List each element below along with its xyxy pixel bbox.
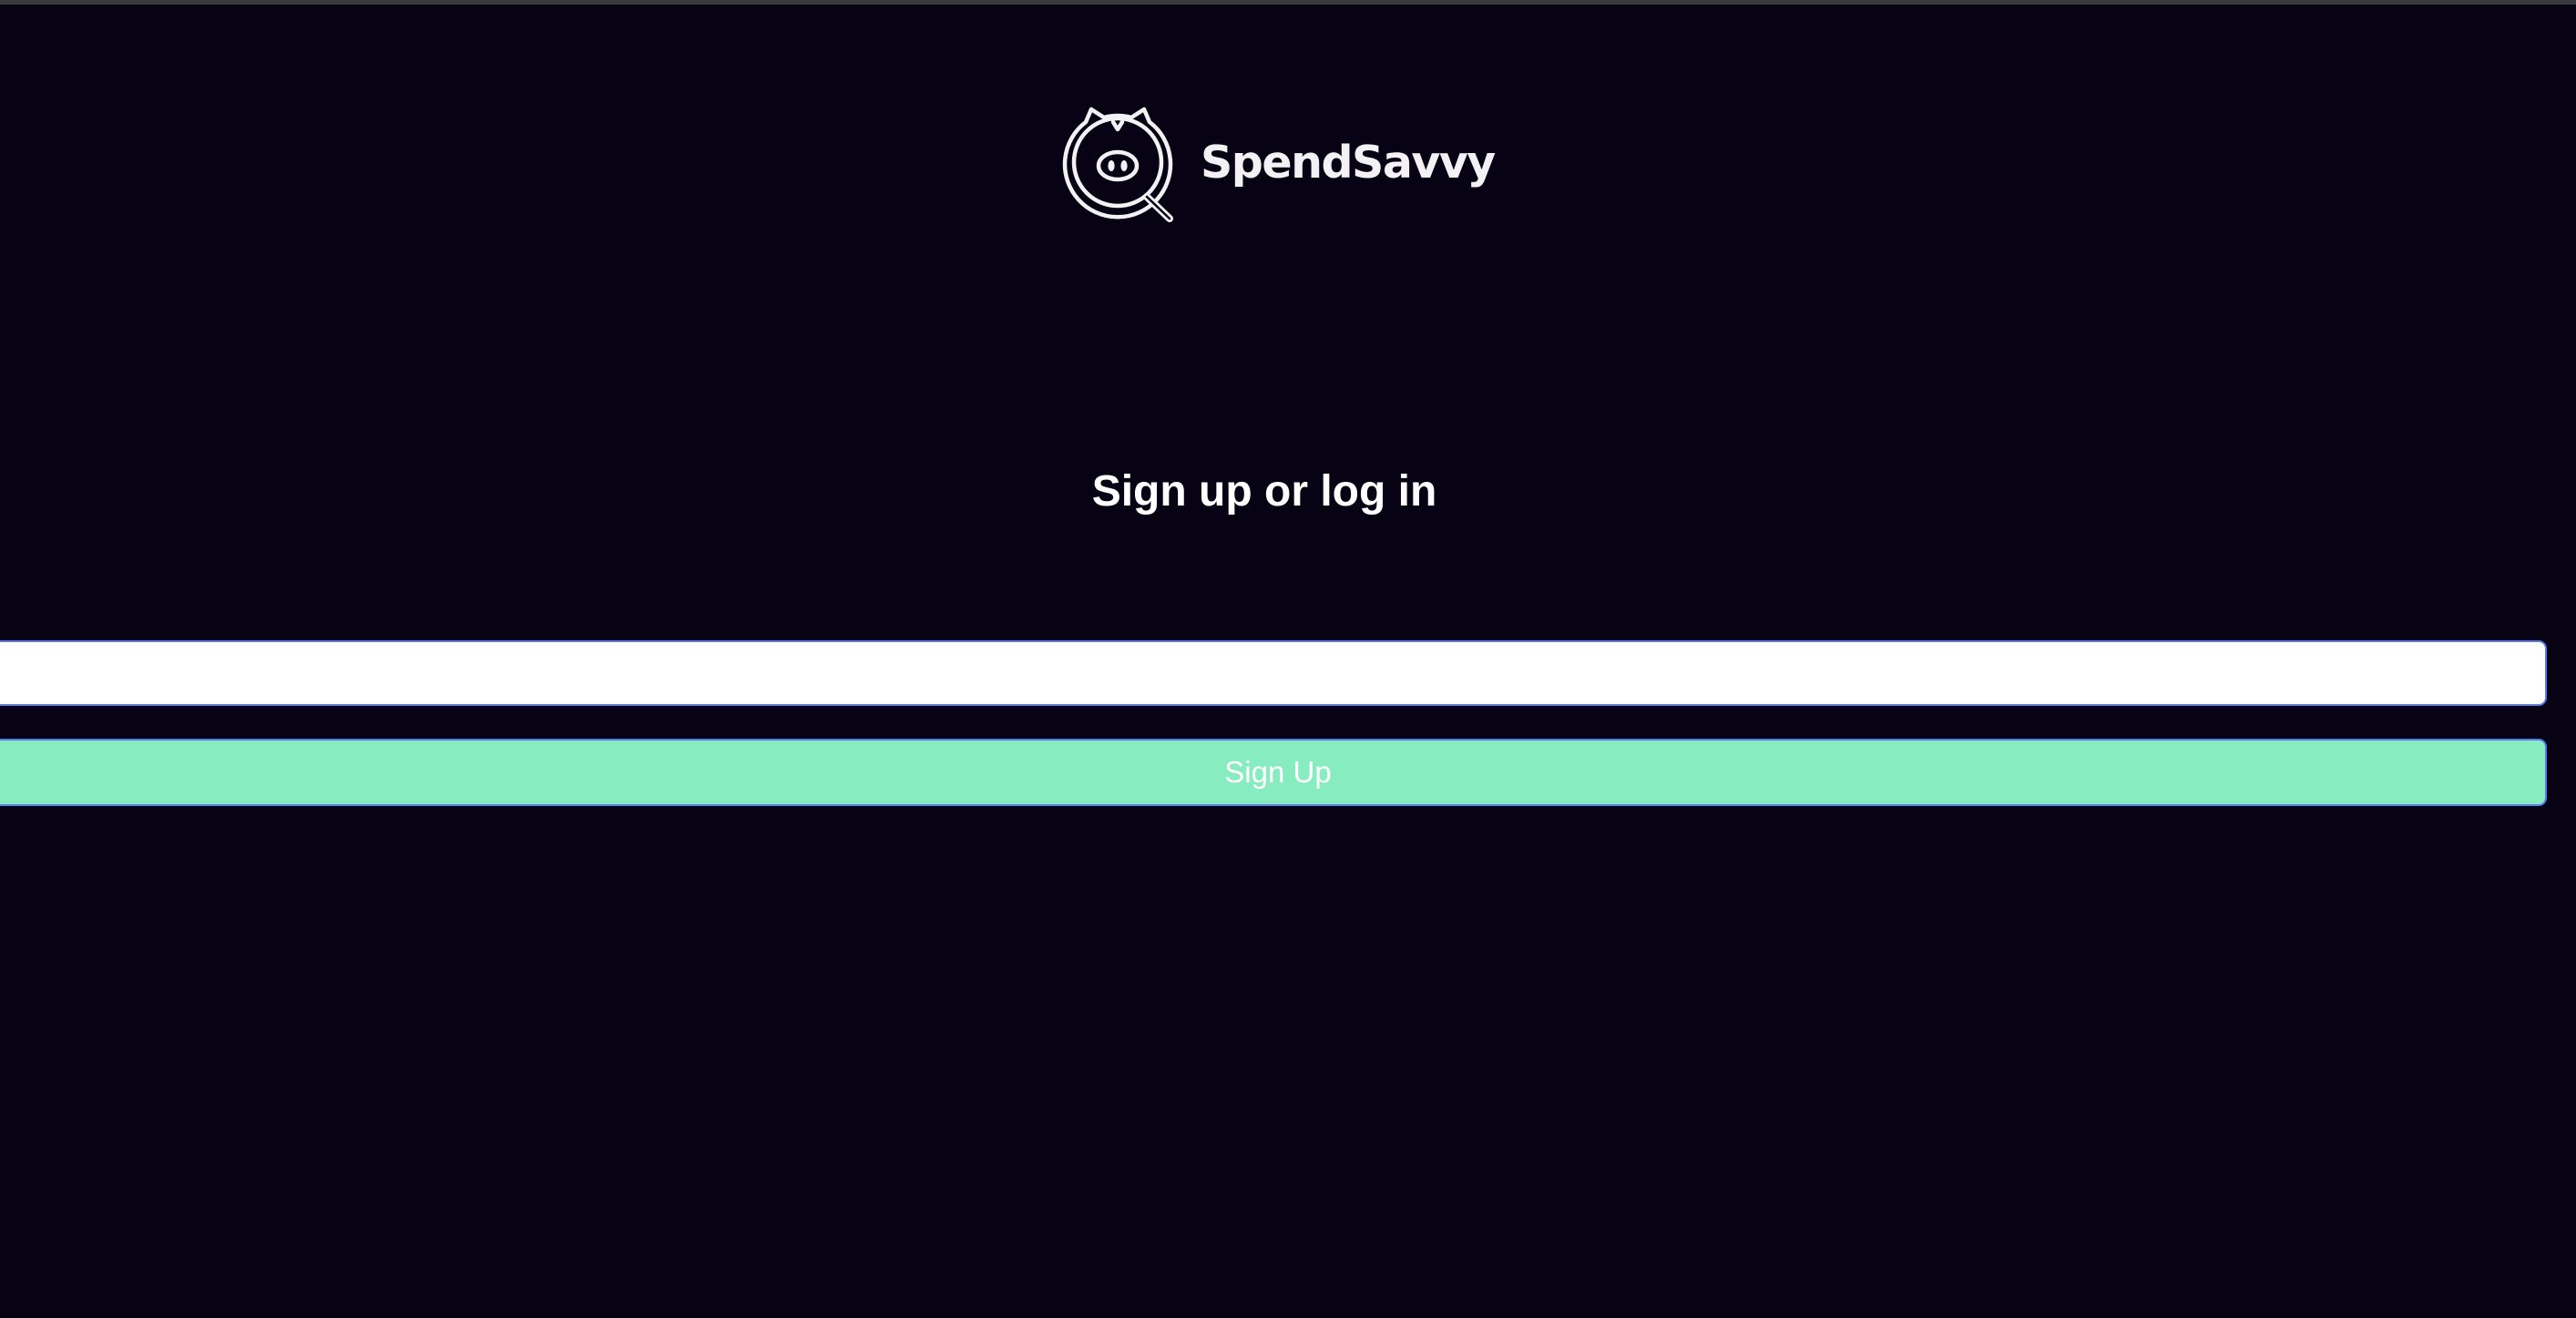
email-field[interactable] [0, 640, 2547, 706]
brand-header: SpendSavvy [1058, 100, 1496, 228]
page-title: Sign up or log in [1091, 467, 1437, 516]
brand-name: SpendSavvy [1201, 136, 1496, 189]
auth-page: SpendSavvy Sign up or log in Sign Up [0, 0, 2576, 1318]
sign-up-button[interactable]: Sign Up [0, 739, 2547, 806]
window-top-edge [0, 0, 2576, 5]
piggy-magnifier-icon [1062, 107, 1173, 222]
